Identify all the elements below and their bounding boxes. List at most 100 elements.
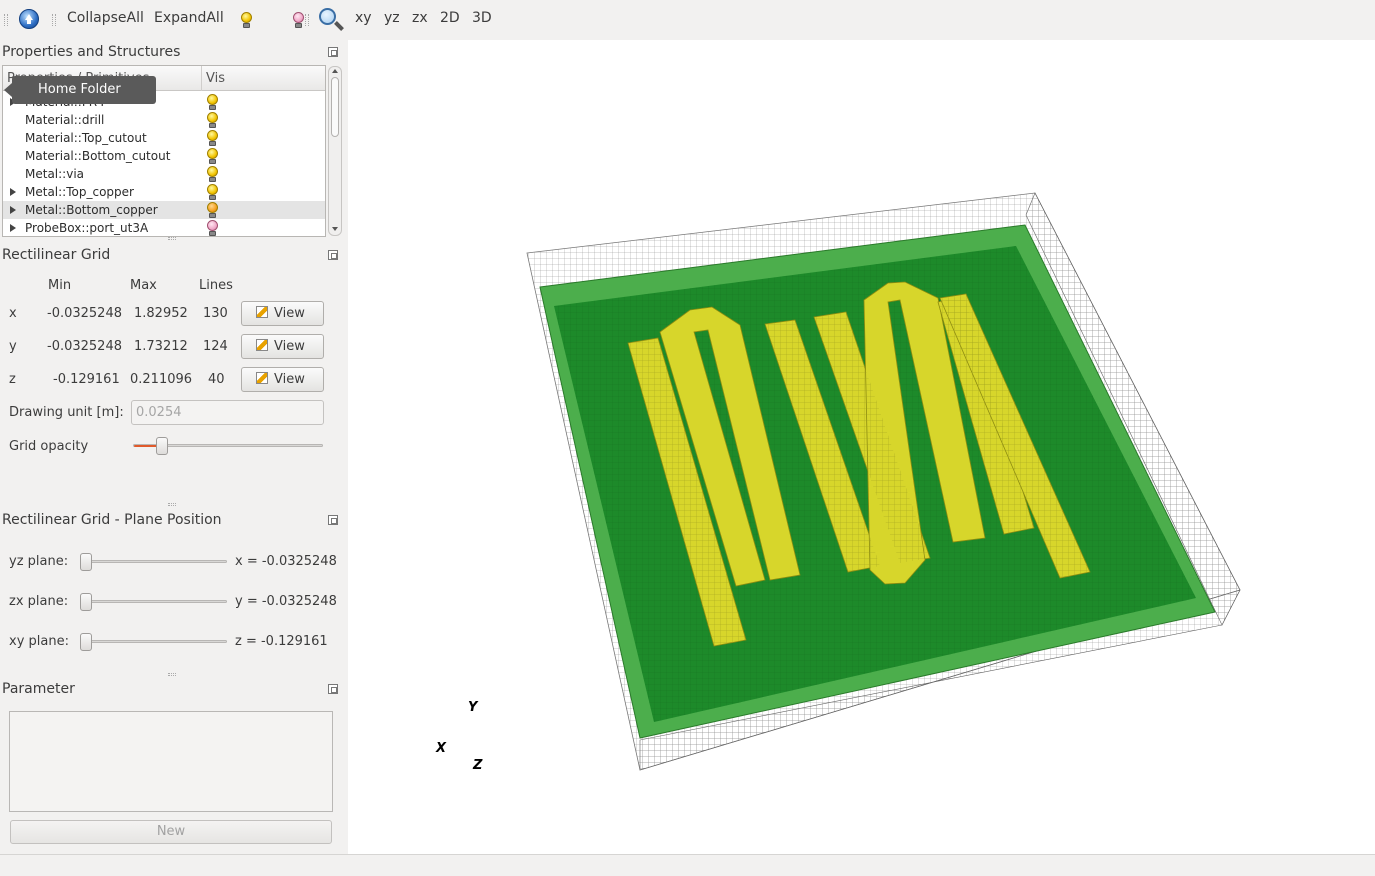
lines-value: 124 [203,339,228,354]
view-zx-button[interactable]: zx [412,10,428,26]
edit-icon [256,306,268,318]
tree-row[interactable]: ProbeBox::port_ut3A [3,219,325,236]
axis-label-x: X [436,741,447,756]
tree-row-label: ProbeBox::port_ut3A [25,221,149,235]
expand-arrow-icon[interactable] [10,224,16,232]
visibility-bulb-icon[interactable] [206,112,218,129]
plane-slider-handle[interactable] [80,633,92,651]
expand-all-button[interactable]: ExpandAll [154,10,224,26]
grid-opacity-label: Grid opacity [9,439,89,454]
splitter-handle[interactable] [168,237,176,240]
max-header: Max [130,278,157,293]
edit-icon [256,339,268,351]
edit-icon [256,372,268,384]
plane-value: z = -0.129161 [235,634,328,649]
lines-header: Lines [199,278,233,293]
visibility-bulb-icon[interactable] [206,148,218,165]
properties-panel-title: Properties and Structures [2,44,181,60]
axis-label: y [9,339,17,354]
lines-value: 40 [208,372,225,387]
min-value: -0.129161 [53,372,120,387]
min-header: Min [48,278,72,293]
new-parameter-button[interactable]: New [10,820,332,844]
parameter-panel-title: Parameter [2,681,75,697]
bulb-off-icon[interactable] [292,12,305,29]
undock-icon[interactable] [328,47,338,57]
plane-slider[interactable] [82,600,227,603]
undock-icon[interactable] [328,684,338,694]
view-2d-button[interactable]: 2D [440,10,460,26]
column-header-vis[interactable]: Vis [206,71,225,86]
parameter-list[interactable] [9,711,333,812]
pcb-mesh-render [526,192,1241,771]
view-xy-button[interactable]: xy [355,10,372,26]
visibility-bulb-icon[interactable] [206,130,218,147]
view-3d-button[interactable]: 3D [472,10,492,26]
plane-label: yz plane: [9,554,69,569]
3d-viewport[interactable]: Y X Z [348,40,1375,854]
plane-label: xy plane: [9,634,69,649]
view-x-button[interactable]: View [241,301,324,326]
drawing-unit-label: Drawing unit [m]: [9,405,124,420]
home-folder-tooltip: Home Folder [4,76,156,104]
toolbar-separator [52,14,56,26]
plane-value: x = -0.0325248 [235,554,337,569]
tree-row[interactable]: Material::Top_cutout [3,129,325,147]
max-value: 1.73212 [134,339,188,354]
toolbar-grip[interactable] [4,14,8,26]
collapse-all-button[interactable]: CollapseAll [67,10,144,26]
max-value: 1.82952 [134,306,188,321]
view-y-button[interactable]: View [241,334,324,359]
zoom-icon[interactable] [318,7,344,33]
expand-arrow-icon[interactable] [10,206,16,214]
tree-row-label: Material::Top_cutout [25,131,147,145]
bulb-on-icon[interactable] [240,12,252,29]
axis-label: z [9,372,16,387]
lines-value: 130 [203,306,228,321]
plane-slider-handle[interactable] [80,553,92,571]
plane-label: zx plane: [9,594,69,609]
splitter-handle[interactable] [168,503,176,506]
splitter-handle[interactable] [168,673,176,676]
axis-label-y: Y [468,700,478,715]
undock-icon[interactable] [328,250,338,260]
drawing-unit-field[interactable]: 0.0254 [131,400,324,425]
visibility-bulb-icon[interactable] [206,202,218,219]
expand-arrow-icon[interactable] [10,188,16,196]
tree-row[interactable]: Material::drill [3,111,325,129]
min-value: -0.0325248 [47,306,122,321]
tree-row[interactable]: Metal::Top_copper [3,183,325,201]
min-value: -0.0325248 [47,339,122,354]
max-value: 0.211096 [130,372,193,387]
visibility-bulb-icon[interactable] [206,94,218,111]
view-yz-button[interactable]: yz [384,10,400,26]
undock-icon[interactable] [328,515,338,525]
scroll-down-icon[interactable] [332,227,338,231]
plane-value: y = -0.0325248 [235,594,337,609]
visibility-bulb-icon[interactable] [206,166,218,183]
view-button-label: View [274,372,305,387]
view-z-button[interactable]: View [241,367,324,392]
scroll-up-icon[interactable] [332,69,338,73]
grid-opacity-handle[interactable] [155,437,168,455]
scroll-thumb[interactable] [331,77,339,137]
plane-slider-handle[interactable] [80,593,92,611]
tree-row-label: Metal::Top_copper [25,185,134,199]
home-folder-icon[interactable] [19,9,39,29]
visibility-bulb-icon[interactable] [206,184,218,201]
main-toolbar: CollapseAll ExpandAll xy yz zx 2D 3D [0,0,1375,40]
status-bar [0,854,1375,876]
plane-slider[interactable] [82,560,227,563]
tree-row-label: Metal::Bottom_copper [25,203,158,217]
tree-row[interactable]: Metal::via [3,165,325,183]
plane-slider[interactable] [82,640,227,643]
toolbar-separator [305,14,309,26]
tree-scrollbar[interactable] [328,66,342,236]
tree-row[interactable]: Metal::Bottom_copper [3,201,325,219]
axis-label-z: Z [473,758,483,773]
visibility-bulb-icon[interactable] [206,220,218,236]
view-button-label: View [274,306,305,321]
tree-row-label: Material::drill [25,113,105,127]
tree-row[interactable]: Material::Bottom_cutout [3,147,325,165]
view-button-label: View [274,339,305,354]
